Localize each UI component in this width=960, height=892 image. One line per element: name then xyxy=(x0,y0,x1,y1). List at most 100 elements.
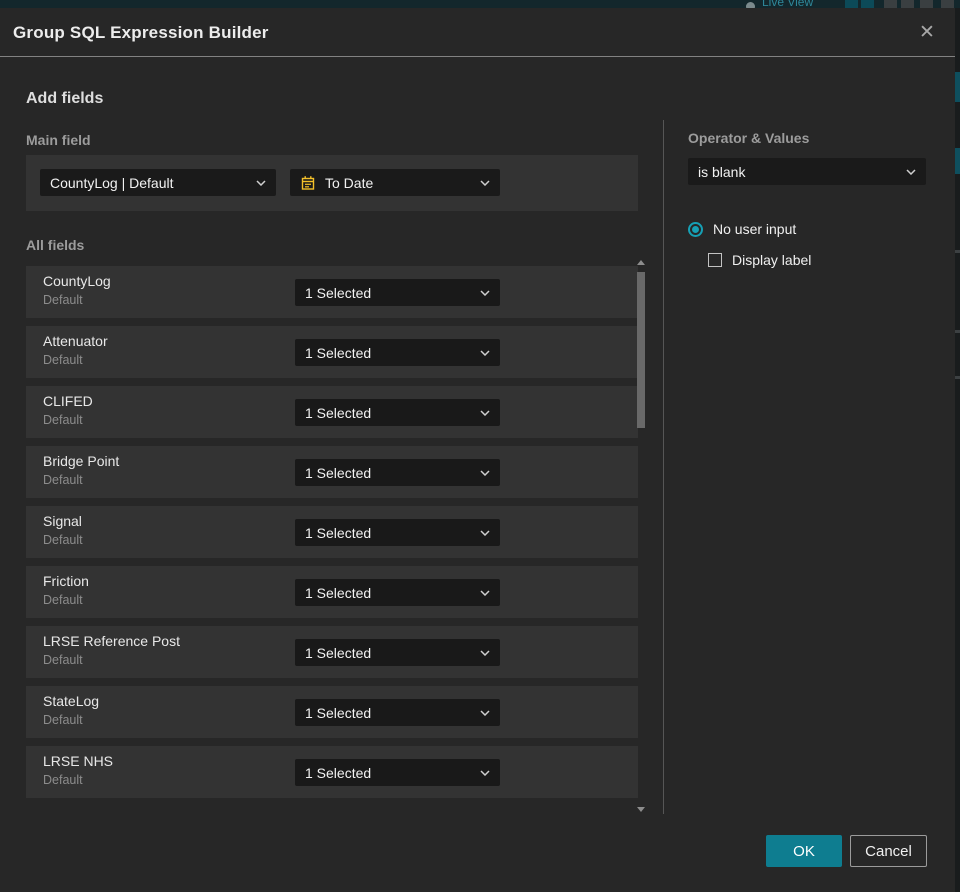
chevron-down-icon xyxy=(480,529,490,536)
scrollbar-thumb[interactable] xyxy=(637,272,645,428)
scroll-up-icon[interactable] xyxy=(637,260,645,265)
field-row: StateLog Default 1 Selected xyxy=(26,686,638,738)
group-sql-expression-builder-dialog: Group SQL Expression Builder ✕ Add field… xyxy=(0,8,955,892)
main-field-select[interactable]: CountyLog | Default xyxy=(40,169,276,196)
list-scrollbar[interactable] xyxy=(636,258,646,814)
add-fields-heading: Add fields xyxy=(26,90,104,107)
main-field-container: CountyLog | Default To Date xyxy=(26,155,638,211)
main-field-label: Main field xyxy=(26,132,91,148)
checkbox-unchecked-icon xyxy=(708,252,722,267)
chevron-down-icon xyxy=(480,589,490,596)
field-row: LRSE Reference Post Default 1 Selected xyxy=(26,626,638,678)
field-selected-select[interactable]: 1 Selected xyxy=(295,279,500,306)
cancel-button[interactable]: Cancel xyxy=(850,835,927,867)
field-selected-select[interactable]: 1 Selected xyxy=(295,759,500,786)
field-selected-select[interactable]: 1 Selected xyxy=(295,459,500,486)
background-toolbar-bar xyxy=(861,0,874,8)
main-field-type-value: To Date xyxy=(325,174,374,191)
screen: Live View Group SQL Expression Builder ✕… xyxy=(0,0,960,892)
field-selected-value: 1 Selected xyxy=(305,284,372,301)
operator-select[interactable]: is blank xyxy=(688,158,926,185)
chevron-down-icon xyxy=(480,289,490,296)
field-name: StateLog xyxy=(43,693,100,709)
background-toolbar-bar xyxy=(845,0,858,8)
field-name: CLIFED xyxy=(43,393,93,409)
field-row: CountyLog Default 1 Selected xyxy=(26,266,638,318)
no-user-input-radio[interactable]: No user input xyxy=(688,220,796,238)
field-type: Default xyxy=(43,653,83,667)
field-selected-select[interactable]: 1 Selected xyxy=(295,339,500,366)
field-name: Signal xyxy=(43,513,82,529)
field-type: Default xyxy=(43,533,83,547)
field-row: LRSE NHS Default 1 Selected xyxy=(26,746,638,798)
calendar-icon xyxy=(300,175,316,191)
chevron-down-icon xyxy=(480,649,490,656)
chevron-down-icon xyxy=(480,769,490,776)
field-selected-value: 1 Selected xyxy=(305,344,372,361)
field-row: Attenuator Default 1 Selected xyxy=(26,326,638,378)
background-toolbar-bar xyxy=(920,0,933,8)
background-divider xyxy=(955,376,960,379)
live-view-label: Live View xyxy=(762,0,814,8)
chevron-down-icon xyxy=(906,168,916,175)
background-list-item xyxy=(955,148,960,174)
background-toolbar-bar xyxy=(884,0,897,8)
field-type: Default xyxy=(43,413,83,427)
scroll-down-icon[interactable] xyxy=(637,807,645,812)
chevron-down-icon xyxy=(480,179,490,186)
field-row: Signal Default 1 Selected xyxy=(26,506,638,558)
field-name: LRSE NHS xyxy=(43,753,114,769)
field-name: Friction xyxy=(43,573,89,589)
field-type: Default xyxy=(43,353,83,367)
operator-values-label: Operator & Values xyxy=(688,130,810,146)
field-type: Default xyxy=(43,773,83,787)
no-user-input-label: No user input xyxy=(713,221,797,237)
background-list-item xyxy=(955,72,960,102)
panel-divider xyxy=(663,120,664,814)
field-selected-value: 1 Selected xyxy=(305,644,372,661)
background-toolbar-bar xyxy=(901,0,914,8)
field-type: Default xyxy=(43,293,83,307)
field-selected-value: 1 Selected xyxy=(305,404,372,421)
background-divider xyxy=(955,330,960,333)
field-selected-select[interactable]: 1 Selected xyxy=(295,639,500,666)
field-selected-select[interactable]: 1 Selected xyxy=(295,399,500,426)
field-selected-select[interactable]: 1 Selected xyxy=(295,519,500,546)
all-fields-list: CountyLog Default 1 Selected Attenuator Defa… xyxy=(26,264,638,798)
display-label-checkbox[interactable]: Display label xyxy=(708,251,811,268)
field-selected-value: 1 Selected xyxy=(305,524,372,541)
display-label-label: Display label xyxy=(732,251,812,268)
field-type: Default xyxy=(43,593,83,607)
field-name: Attenuator xyxy=(43,333,108,349)
dialog-titlebar: Group SQL Expression Builder ✕ xyxy=(0,8,955,57)
field-row: Friction Default 1 Selected xyxy=(26,566,638,618)
background-app-top-strip: Live View xyxy=(0,0,960,8)
field-selected-value: 1 Selected xyxy=(305,464,372,481)
field-type: Default xyxy=(43,713,83,727)
main-field-type-select[interactable]: To Date xyxy=(290,169,500,196)
chevron-down-icon xyxy=(480,349,490,356)
background-app-right-strip xyxy=(955,8,960,892)
field-row: CLIFED Default 1 Selected xyxy=(26,386,638,438)
background-divider xyxy=(955,250,960,253)
field-selected-value: 1 Selected xyxy=(305,584,372,601)
chevron-down-icon xyxy=(480,469,490,476)
field-selected-select[interactable]: 1 Selected xyxy=(295,699,500,726)
close-icon[interactable]: ✕ xyxy=(912,18,942,48)
chevron-down-icon xyxy=(480,409,490,416)
background-toolbar-bar xyxy=(941,0,954,8)
chevron-down-icon xyxy=(256,179,266,186)
field-type: Default xyxy=(43,473,83,487)
radio-selected-icon xyxy=(688,221,703,237)
operator-select-value: is blank xyxy=(698,163,746,180)
field-name: Bridge Point xyxy=(43,453,120,469)
ok-button[interactable]: OK xyxy=(766,835,842,867)
all-fields-label: All fields xyxy=(26,237,85,253)
field-selected-select[interactable]: 1 Selected xyxy=(295,579,500,606)
field-row: Bridge Point Default 1 Selected xyxy=(26,446,638,498)
main-field-select-value: CountyLog | Default xyxy=(50,174,174,191)
dialog-title: Group SQL Expression Builder xyxy=(13,23,269,42)
field-name: LRSE Reference Post xyxy=(43,633,180,649)
field-selected-value: 1 Selected xyxy=(305,764,372,781)
field-selected-value: 1 Selected xyxy=(305,704,372,721)
